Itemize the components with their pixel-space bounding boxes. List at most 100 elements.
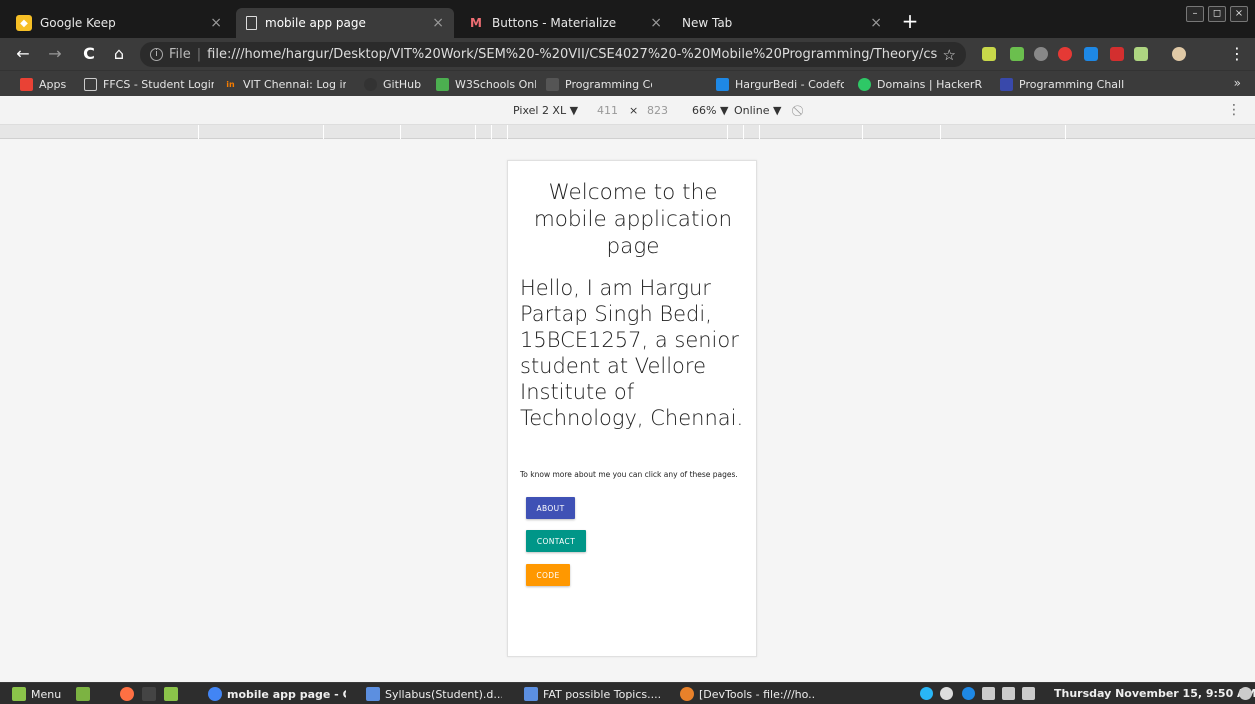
telegram-icon[interactable] xyxy=(920,687,933,700)
tab-label: New Tab xyxy=(682,16,733,30)
window-label: [DevTools - file:///ho... xyxy=(699,687,816,701)
close-icon[interactable]: × xyxy=(210,15,222,31)
taskbar-window-devtools[interactable]: [DevTools - file:///ho... xyxy=(680,686,816,702)
chrome-icon xyxy=(208,687,222,701)
bookmarks-bar: Apps FFCS - Student Login in VIT Chennai… xyxy=(0,70,1255,96)
battery-icon[interactable] xyxy=(1022,687,1035,700)
new-tab-button[interactable]: + xyxy=(897,10,923,34)
bookmarks-more-button[interactable]: » xyxy=(1234,76,1241,90)
bookmark-label: Programming Challe xyxy=(1019,77,1124,91)
info-icon[interactable]: i xyxy=(150,48,163,61)
minimize-button[interactable]: – xyxy=(1186,6,1204,22)
network-icon[interactable] xyxy=(1002,687,1015,700)
user-icon[interactable] xyxy=(982,687,995,700)
bluetooth-icon[interactable] xyxy=(962,687,975,700)
code-button[interactable]: CODE xyxy=(526,564,570,586)
viewport-width[interactable]: 411 xyxy=(597,104,618,117)
device-menu-icon[interactable]: ⋮ xyxy=(1227,102,1241,118)
terminal-launcher[interactable] xyxy=(142,686,160,702)
network-throttle-select[interactable]: Online ▼ xyxy=(734,104,781,117)
intro-heading: Hello, I am Hargur Partap Singh Bedi, 15… xyxy=(520,276,744,430)
close-icon[interactable]: × xyxy=(870,15,882,31)
zoom-select[interactable]: 66% ▼ xyxy=(692,104,728,117)
bookmark-label: GitHub xyxy=(383,77,422,91)
url-scheme: File xyxy=(169,47,191,62)
chrome-icon xyxy=(680,687,694,701)
media-query-ruler xyxy=(0,125,1255,139)
materialize-icon: M xyxy=(470,16,482,30)
bookmark-w3schools[interactable]: W3Schools Online W xyxy=(436,76,536,92)
codeforces-icon xyxy=(716,77,729,91)
maximize-button[interactable]: ◻ xyxy=(1208,6,1226,22)
volume-icon[interactable] xyxy=(1239,687,1252,700)
clock[interactable]: Thursday November 15, 9:50 AM xyxy=(1054,687,1255,700)
extension-icon[interactable] xyxy=(1010,47,1024,61)
start-menu-button[interactable]: Menu xyxy=(12,686,72,702)
url-separator: | xyxy=(196,47,202,62)
github-icon xyxy=(364,77,377,91)
address-bar[interactable]: i File | file:///home/hargur/Desktop/VIT… xyxy=(140,42,966,67)
bookmark-programming-challenges[interactable]: Programming Challe xyxy=(1000,76,1124,92)
close-icon[interactable]: × xyxy=(432,15,444,31)
reload-button[interactable]: C xyxy=(78,43,100,65)
menu-icon[interactable]: ⋮ xyxy=(1226,43,1248,65)
bookmark-hackerrank[interactable]: Domains | HackerR xyxy=(858,76,986,92)
home-button[interactable]: ⌂ xyxy=(108,43,130,65)
close-window-button[interactable]: × xyxy=(1230,6,1248,22)
bookmark-vit-chennai[interactable]: in VIT Chennai: Log in t xyxy=(224,76,346,92)
tab-strip: ◆ Google Keep × mobile app page × M Butt… xyxy=(0,0,1255,38)
close-icon[interactable]: × xyxy=(650,15,662,31)
bookmark-label: Apps xyxy=(39,77,67,91)
files-launcher[interactable] xyxy=(164,686,182,702)
extension-icon[interactable] xyxy=(1034,47,1048,61)
bookmark-star-icon[interactable]: ☆ xyxy=(943,46,956,64)
contact-button[interactable]: CONTACT xyxy=(526,530,586,552)
tab-new-tab[interactable]: New Tab × xyxy=(672,8,892,38)
tab-mobile-app-page[interactable]: mobile app page × xyxy=(236,8,454,38)
url-text[interactable]: file:///home/hargur/Desktop/VIT%20Work/S… xyxy=(207,47,936,62)
viewport-height[interactable]: 823 xyxy=(647,104,668,117)
desktop-icon xyxy=(76,687,90,701)
device-select[interactable]: Pixel 2 XL ▼ xyxy=(513,104,578,117)
avatar[interactable] xyxy=(1172,47,1186,61)
os-taskbar: Menu mobile app page - G... Syllabus(Stu… xyxy=(0,682,1255,704)
extension-icon[interactable] xyxy=(1134,47,1148,61)
bookmark-codeforces[interactable]: HargurBedi - Codefc xyxy=(716,76,844,92)
about-button[interactable]: ABOUT xyxy=(526,497,575,519)
bookmark-label: FFCS - Student Login xyxy=(103,77,214,91)
menu-label: Menu xyxy=(31,687,62,701)
tab-google-keep[interactable]: ◆ Google Keep × xyxy=(6,8,232,38)
document-icon xyxy=(366,687,380,701)
extension-icon[interactable] xyxy=(1084,47,1098,61)
bookmark-github[interactable]: GitHub xyxy=(364,76,426,92)
extension-icon[interactable] xyxy=(982,47,996,61)
bookmark-label: VIT Chennai: Log in t xyxy=(243,77,346,91)
hackerrank-icon xyxy=(858,77,871,91)
device-frame: Welcome to the mobile application page H… xyxy=(507,160,757,657)
apps-icon xyxy=(20,77,33,91)
firefox-icon xyxy=(120,687,134,701)
extension-icon[interactable] xyxy=(1058,47,1072,61)
hackerearth-icon xyxy=(1000,77,1013,91)
window-label: Syllabus(Student).d... xyxy=(385,687,502,701)
taskbar-window-fat[interactable]: FAT possible Topics.... xyxy=(524,686,660,702)
forward-button[interactable]: → xyxy=(44,43,66,65)
taskbar-window-chrome[interactable]: mobile app page - G... xyxy=(208,686,346,702)
bookmark-label: Domains | HackerR xyxy=(877,77,983,91)
tab-buttons-materialize[interactable]: M Buttons - Materialize × xyxy=(458,8,672,38)
tab-label: mobile app page xyxy=(265,16,366,30)
mint-menu-icon xyxy=(12,687,26,701)
show-desktop-button[interactable] xyxy=(76,686,94,702)
extension-icon[interactable] xyxy=(1110,47,1124,61)
bookmark-ffcs[interactable]: FFCS - Student Login xyxy=(84,76,214,92)
bookmark-apps[interactable]: Apps xyxy=(20,76,72,92)
shield-icon[interactable] xyxy=(940,687,953,700)
taskbar-window-syllabus[interactable]: Syllabus(Student).d... xyxy=(366,686,502,702)
page-icon xyxy=(246,16,257,30)
device-toolbar: Pixel 2 XL ▼ 411 × 823 66% ▼ Online ▼ ⃠ … xyxy=(0,97,1255,125)
page-icon xyxy=(84,77,97,91)
firefox-launcher[interactable] xyxy=(120,686,138,702)
vit-icon: in xyxy=(226,79,235,89)
bookmark-programming-comp[interactable]: Programming Comp xyxy=(546,76,652,92)
back-button[interactable]: ← xyxy=(12,43,34,65)
